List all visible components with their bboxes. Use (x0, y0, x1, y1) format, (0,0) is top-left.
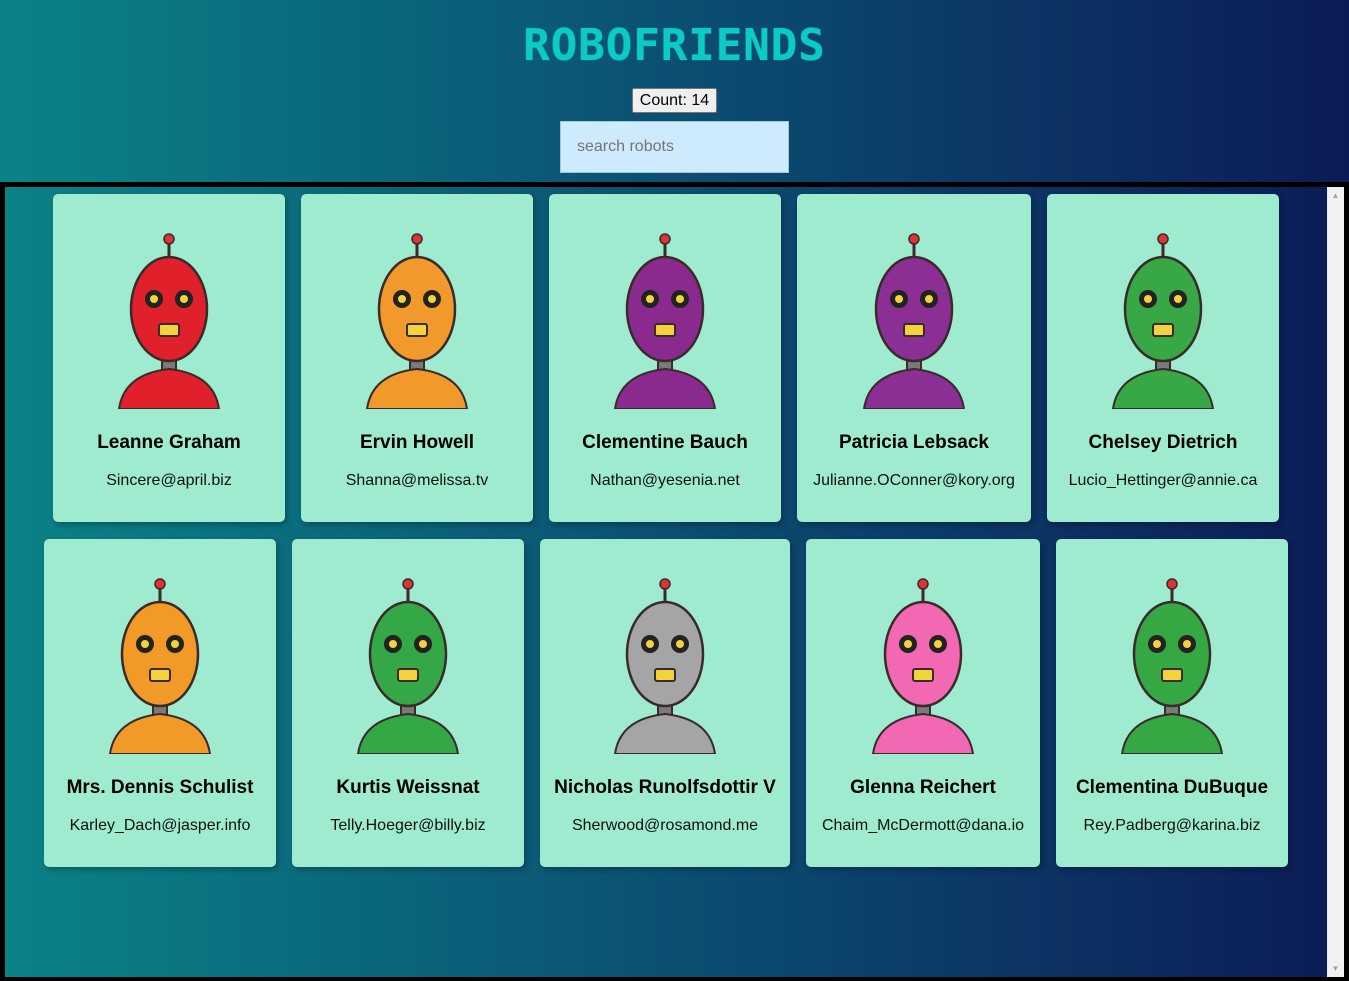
robot-card: Ervin Howell Shanna@melissa.tv (301, 194, 533, 522)
robot-card: Nicholas Runolfsdottir V Sherwood@rosamo… (540, 539, 790, 867)
search-input[interactable] (560, 121, 789, 173)
app-title: ROBOFRIENDS (523, 20, 826, 71)
count-button[interactable]: Count: 14 (632, 88, 717, 113)
scroll-down-arrow-icon[interactable]: ▼ (1327, 960, 1344, 977)
scrollbar[interactable]: ▲ ▼ (1327, 187, 1344, 977)
robot-card: Chelsey Dietrich Lucio_Hettinger@annie.c… (1047, 194, 1279, 522)
robot-email: Nathan@yesenia.net (590, 472, 740, 489)
robot-email: Sherwood@rosamond.me (571, 817, 759, 834)
robot-email: Telly.Hoeger@billy.biz (330, 817, 486, 834)
robot-name: Kurtis Weissnat (336, 777, 480, 798)
robot-avatar-icon (117, 233, 221, 409)
robot-avatar-icon (613, 233, 717, 409)
robot-name: Ervin Howell (359, 432, 475, 453)
robot-avatar-icon (108, 578, 212, 754)
robot-email: Chaim_McDermott@dana.io (821, 817, 1025, 834)
robot-name: Glenna Reichert (850, 777, 996, 798)
robot-name: Chelsey Dietrich (1088, 432, 1238, 453)
robot-avatar-icon (1111, 233, 1215, 409)
robot-name: Clementine Bauch (582, 432, 748, 453)
robot-email: Lucio_Hettinger@annie.ca (1068, 472, 1258, 489)
robot-name: Clementina DuBuque (1075, 777, 1269, 798)
robot-card: Mrs. Dennis Schulist Karley_Dach@jasper.… (44, 539, 276, 867)
robot-avatar-icon (1120, 578, 1224, 754)
robot-email: Sincere@april.biz (106, 472, 232, 489)
robot-email: Shanna@melissa.tv (345, 472, 489, 489)
robot-card: Clementina DuBuque Rey.Padberg@karina.bi… (1056, 539, 1288, 867)
robot-avatar-icon (613, 578, 717, 754)
robot-card: Clementine Bauch Nathan@yesenia.net (549, 194, 781, 522)
robot-email: Karley_Dach@jasper.info (69, 817, 251, 834)
robot-avatar-icon (365, 233, 469, 409)
robot-name: Leanne Graham (97, 432, 241, 453)
robot-card: Kurtis Weissnat Telly.Hoeger@billy.biz (292, 539, 524, 867)
robot-name: Nicholas Runolfsdottir V (554, 777, 776, 798)
card-list-scroll-area[interactable]: Leanne Graham Sincere@april.biz Ervin Ho… (0, 182, 1349, 981)
robot-card: Glenna Reichert Chaim_McDermott@dana.io (806, 539, 1040, 867)
robot-email: Julianne.OConner@kory.org (813, 472, 1015, 489)
header: ROBOFRIENDS Count: 14 (0, 0, 1349, 182)
robot-card: Patricia Lebsack Julianne.OConner@kory.o… (797, 194, 1031, 522)
robot-name: Patricia Lebsack (839, 432, 989, 453)
robot-card: Leanne Graham Sincere@april.biz (53, 194, 285, 522)
robot-avatar-icon (871, 578, 975, 754)
robot-email: Rey.Padberg@karina.biz (1083, 817, 1261, 834)
robot-avatar-icon (862, 233, 966, 409)
robot-avatar-icon (356, 578, 460, 754)
robot-name: Mrs. Dennis Schulist (66, 777, 254, 798)
scroll-up-arrow-icon[interactable]: ▲ (1327, 187, 1344, 204)
